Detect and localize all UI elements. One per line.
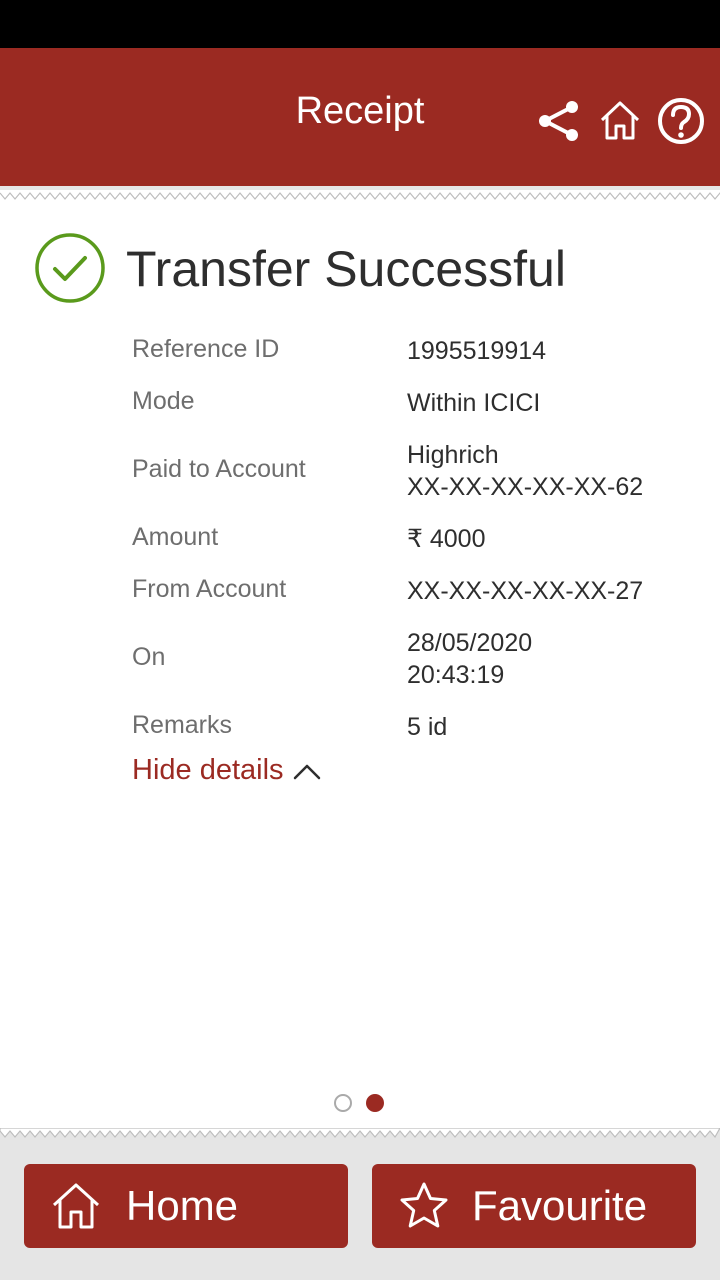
amount-label: Amount [132, 523, 219, 551]
mode-value: Within ICICI [407, 389, 541, 417]
check-circle-icon [35, 233, 105, 303]
reference-value: 1995519914 [407, 337, 547, 365]
hide-details-toggle[interactable]: Hide details [132, 754, 322, 787]
paid-to-label: Paid to Account [132, 455, 306, 483]
star-icon [400, 1182, 448, 1228]
home-icon [52, 1183, 100, 1229]
on-date: 28/05/2020 [407, 629, 533, 657]
page-dot-2-active[interactable] [366, 1094, 384, 1112]
home-button[interactable]: Home [24, 1164, 348, 1248]
page-indicator [334, 1094, 394, 1114]
remarks-value: 5 id [407, 713, 448, 741]
favourite-button-label: Favourite [472, 1182, 648, 1229]
mode-label: Mode [132, 387, 195, 415]
on-time: 20:43:19 [407, 661, 505, 689]
from-account-label: From Account [132, 575, 287, 603]
reference-label: Reference ID [132, 335, 280, 363]
page-dot-1[interactable] [334, 1094, 352, 1112]
chevron-up-icon [293, 765, 320, 780]
home-button-label: Home [126, 1182, 239, 1229]
receipt-edge-bottom [0, 1128, 720, 1140]
from-account-value: XX-XX-XX-XX-XX-27 [407, 577, 644, 605]
receipt-edge-top [0, 190, 720, 202]
home-icon[interactable] [597, 98, 643, 144]
transfer-status-title: Transfer Successful [126, 241, 566, 297]
favourite-button[interactable]: Favourite [372, 1164, 696, 1248]
amount-value: ₹ 4000 [407, 525, 486, 553]
paid-to-name: Highrich [407, 441, 499, 469]
share-icon[interactable] [536, 98, 582, 144]
hide-details-label: Hide details [132, 754, 284, 786]
header-bar: Receipt [0, 48, 720, 186]
remarks-label: Remarks [132, 711, 233, 739]
paid-to-account: XX-XX-XX-XX-XX-62 [407, 473, 644, 501]
help-icon[interactable] [656, 96, 706, 146]
on-label: On [132, 643, 166, 671]
status-bar [0, 0, 720, 48]
